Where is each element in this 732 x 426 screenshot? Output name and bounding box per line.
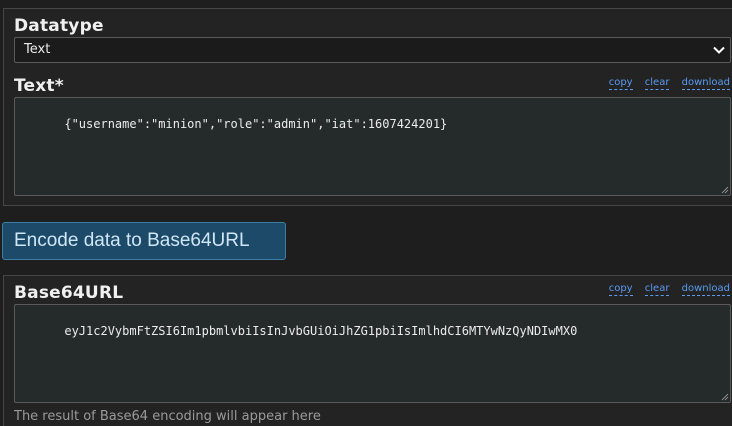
text-clear-link[interactable]: clear (644, 77, 670, 90)
text-input-value: {"username":"minion","role":"admin","iat… (64, 117, 448, 131)
datatype-selected-value: Text (24, 42, 51, 57)
text-label: Text* (14, 76, 64, 96)
output-tools: copy clear download (600, 283, 730, 296)
resize-handle-icon[interactable] (721, 186, 729, 194)
page: Datatype Text Text* copy clear download … (0, 0, 732, 426)
output-label: Base64URL (14, 283, 124, 303)
text-copy-link[interactable]: copy (608, 77, 633, 90)
output-download-link[interactable]: download (681, 283, 730, 296)
output-panel: Base64URL copy clear download eyJ1c2Vybm… (3, 275, 732, 426)
output-copy-link[interactable]: copy (608, 283, 633, 296)
encode-button[interactable]: Encode data to Base64URL (2, 222, 286, 260)
chevron-down-icon (713, 46, 725, 54)
resize-handle-icon[interactable] (721, 393, 729, 401)
output-clear-link[interactable]: clear (644, 283, 670, 296)
datatype-select[interactable]: Text (14, 37, 731, 63)
output-area[interactable]: eyJ1c2VybmFtZSI6Im1pbmlvbiIsInJvbGUiOiJh… (14, 304, 731, 403)
input-panel: Datatype Text Text* copy clear download … (3, 8, 732, 206)
text-download-link[interactable]: download (681, 77, 730, 90)
output-hint: The result of Base64 encoding will appea… (14, 409, 321, 424)
text-input-area[interactable]: {"username":"minion","role":"admin","iat… (14, 97, 731, 196)
datatype-label: Datatype (14, 16, 104, 36)
output-value: eyJ1c2VybmFtZSI6Im1pbmlvbiIsInJvbGUiOiJh… (64, 324, 578, 338)
text-tools: copy clear download (600, 77, 730, 90)
